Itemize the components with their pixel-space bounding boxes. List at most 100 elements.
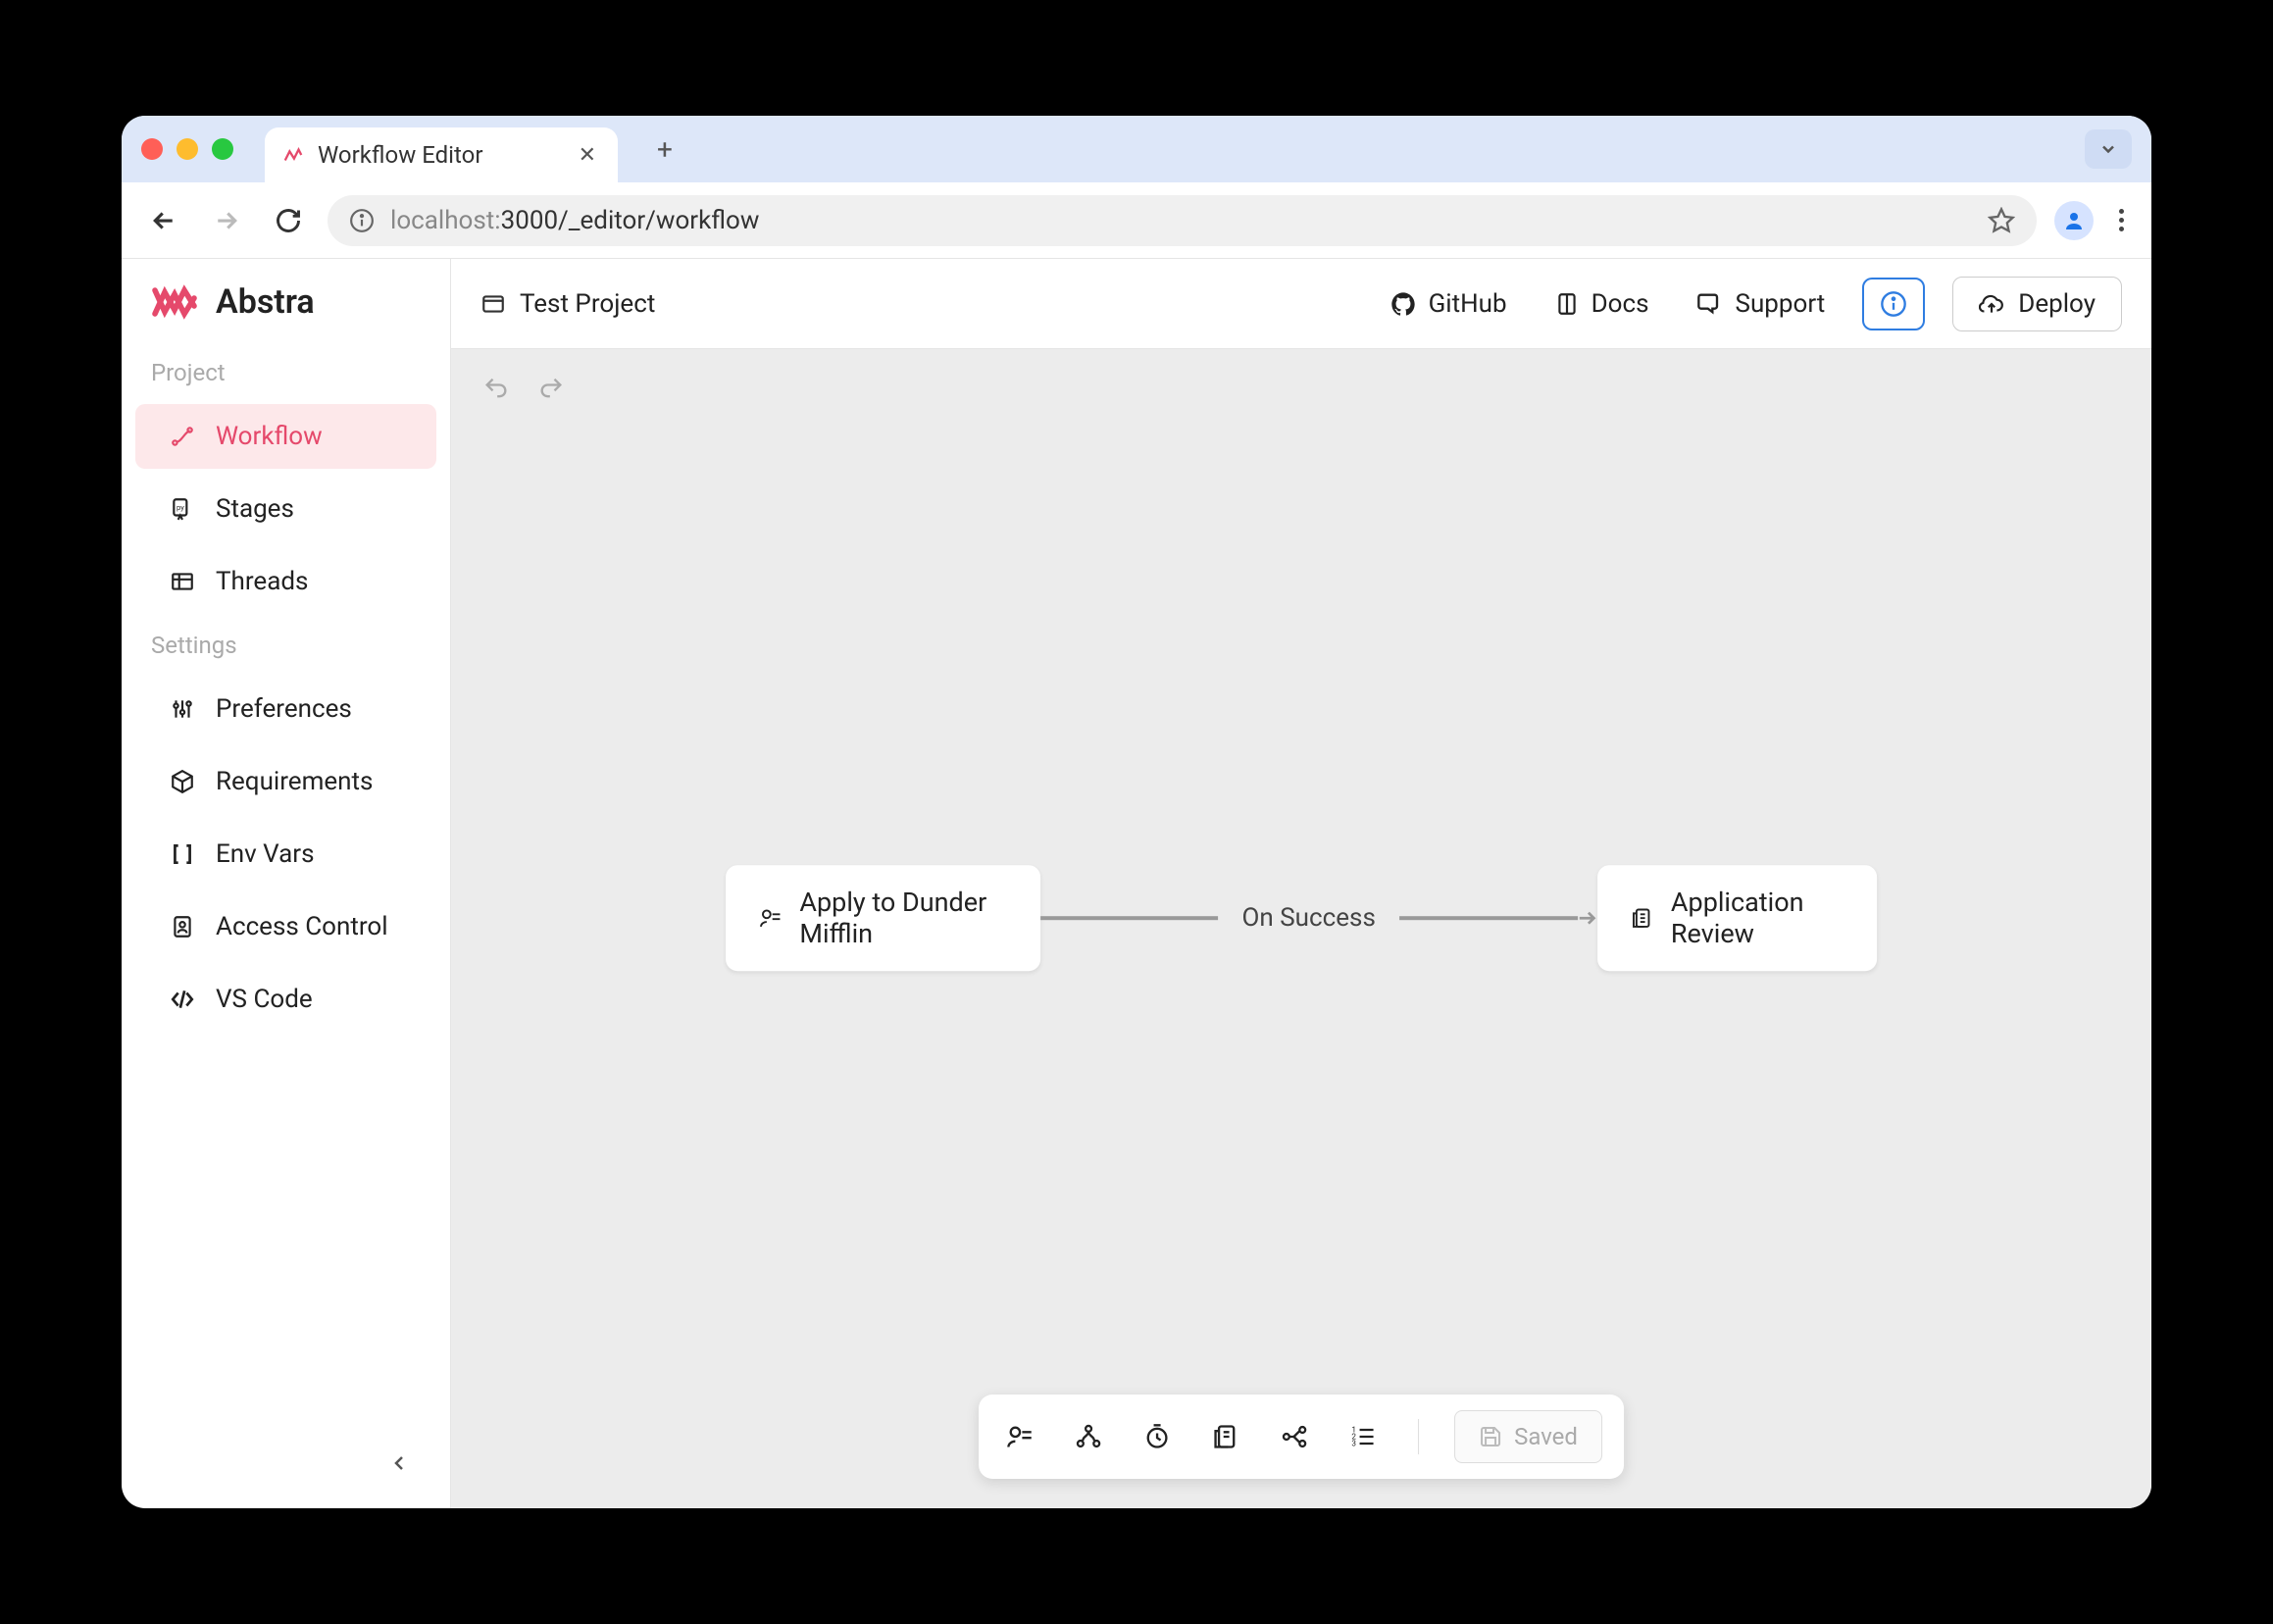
url-text: localhost:3000/_editor/workflow [390, 206, 759, 235]
tool-condition[interactable] [1275, 1417, 1314, 1456]
sidebar-item-label: Threads [216, 567, 308, 596]
stages-icon: py [169, 496, 196, 522]
tool-script[interactable] [1206, 1417, 1245, 1456]
bottom-toolbar: 123 Saved [979, 1395, 1624, 1479]
sidebar-item-preferences[interactable]: Preferences [135, 677, 436, 741]
minimize-window-button[interactable] [177, 138, 198, 160]
threads-icon [169, 569, 196, 594]
sidebar-item-envvars[interactable]: Env Vars [135, 822, 436, 887]
sidebar: Abstra Project Workflow py Stages Thre [122, 259, 451, 1508]
project-name-label: Test Project [520, 289, 655, 319]
tabs-dropdown-button[interactable] [2085, 129, 2132, 169]
sidebar-item-label: Workflow [216, 422, 323, 451]
site-info-icon[interactable] [349, 208, 375, 233]
reload-button[interactable] [267, 199, 310, 242]
sidebar-item-threads[interactable]: Threads [135, 549, 436, 614]
sidebar-section-project: Project [122, 345, 450, 400]
toolbar-divider [1418, 1419, 1419, 1454]
new-tab-button[interactable]: + [645, 127, 684, 172]
deploy-button[interactable]: Deploy [1952, 277, 2122, 331]
sidebar-item-access[interactable]: Access Control [135, 894, 436, 959]
sliders-icon [169, 696, 196, 722]
info-icon [1880, 290, 1907, 318]
sidebar-item-requirements[interactable]: Requirements [135, 749, 436, 814]
canvas-toolbar [477, 369, 571, 408]
redo-button[interactable] [531, 369, 571, 408]
tool-list[interactable]: 123 [1343, 1417, 1383, 1456]
info-button[interactable] [1862, 278, 1925, 330]
workflow-row: Apply to Dunder Mifflin On Success Appli… [726, 865, 1877, 971]
forward-button[interactable] [204, 198, 249, 243]
sidebar-item-stages[interactable]: py Stages [135, 477, 436, 541]
sidebar-item-workflow[interactable]: Workflow [135, 404, 436, 469]
undo-button[interactable] [477, 369, 516, 408]
workflow-node-form[interactable]: Apply to Dunder Mifflin [726, 865, 1040, 971]
browser-tab[interactable]: Workflow Editor ✕ [265, 127, 618, 182]
save-icon [1479, 1425, 1502, 1448]
svg-text:py: py [177, 503, 184, 512]
tab-favicon-icon [282, 144, 304, 166]
package-icon [169, 769, 196, 794]
edge-label: On Success [1219, 903, 1399, 933]
back-button[interactable] [141, 198, 186, 243]
browser-window: Workflow Editor ✕ + lo [122, 116, 2151, 1508]
close-window-button[interactable] [141, 138, 163, 160]
bookmark-star-icon[interactable] [1988, 207, 2015, 234]
window-controls [141, 138, 233, 160]
profile-button[interactable] [2054, 201, 2094, 240]
support-link[interactable]: Support [1687, 281, 1836, 327]
id-badge-icon [169, 914, 196, 939]
address-bar[interactable]: localhost:3000/_editor/workflow [328, 195, 2037, 246]
sidebar-item-label: VS Code [216, 985, 313, 1014]
sidebar-item-vscode[interactable]: VS Code [135, 967, 436, 1032]
node-label: Application Review [1671, 887, 1844, 949]
document-icon [1631, 903, 1653, 933]
maximize-window-button[interactable] [212, 138, 233, 160]
tab-title: Workflow Editor [318, 141, 561, 169]
deploy-button-label: Deploy [2018, 289, 2096, 319]
arrow-right-icon [1576, 907, 1597, 929]
tab-bar: Workflow Editor ✕ + [122, 116, 2151, 182]
chat-icon [1696, 290, 1724, 318]
tool-schedule[interactable] [1137, 1417, 1177, 1456]
tool-form[interactable] [1000, 1417, 1039, 1456]
app: Abstra Project Workflow py Stages Thre [122, 259, 2151, 1508]
tool-hook[interactable] [1069, 1417, 1108, 1456]
window-icon [480, 291, 506, 317]
workflow-canvas[interactable]: Apply to Dunder Mifflin On Success Appli… [451, 349, 2151, 1508]
sidebar-item-label: Preferences [216, 694, 352, 724]
edge-line [1040, 916, 1219, 920]
github-link[interactable]: GitHub [1380, 281, 1517, 327]
svg-text:3: 3 [1351, 1438, 1356, 1447]
sidebar-item-label: Stages [216, 494, 294, 524]
main: Test Project GitHub Docs Support [451, 259, 2151, 1508]
topbar-link-label: GitHub [1429, 289, 1507, 319]
project-name[interactable]: Test Project [480, 289, 655, 319]
workflow-icon [169, 424, 196, 449]
tab-close-button[interactable]: ✕ [575, 139, 600, 172]
github-icon [1389, 290, 1417, 318]
cloud-upload-icon [1979, 291, 2004, 317]
topbar: Test Project GitHub Docs Support [451, 259, 2151, 349]
form-icon [759, 903, 782, 933]
sidebar-item-label: Access Control [216, 912, 388, 941]
code-icon [169, 987, 196, 1012]
topbar-link-label: Support [1736, 289, 1826, 319]
sidebar-section-settings: Settings [122, 618, 450, 673]
node-label: Apply to Dunder Mifflin [799, 887, 1006, 949]
edge-line [1399, 916, 1578, 920]
docs-icon [1554, 291, 1580, 317]
sidebar-item-label: Requirements [216, 767, 373, 796]
logo-icon [151, 282, 198, 322]
browser-chrome: Workflow Editor ✕ + lo [122, 116, 2151, 259]
docs-link[interactable]: Docs [1544, 281, 1659, 327]
browser-menu-button[interactable] [2111, 201, 2132, 239]
logo[interactable]: Abstra [122, 282, 450, 345]
workflow-edge[interactable]: On Success [1040, 903, 1597, 933]
address-bar-row: localhost:3000/_editor/workflow [122, 182, 2151, 259]
brackets-icon [169, 841, 196, 867]
saved-label: Saved [1514, 1423, 1578, 1450]
workflow-node-review[interactable]: Application Review [1597, 865, 1877, 971]
collapse-sidebar-button[interactable] [378, 1442, 421, 1485]
sidebar-item-label: Env Vars [216, 839, 315, 869]
